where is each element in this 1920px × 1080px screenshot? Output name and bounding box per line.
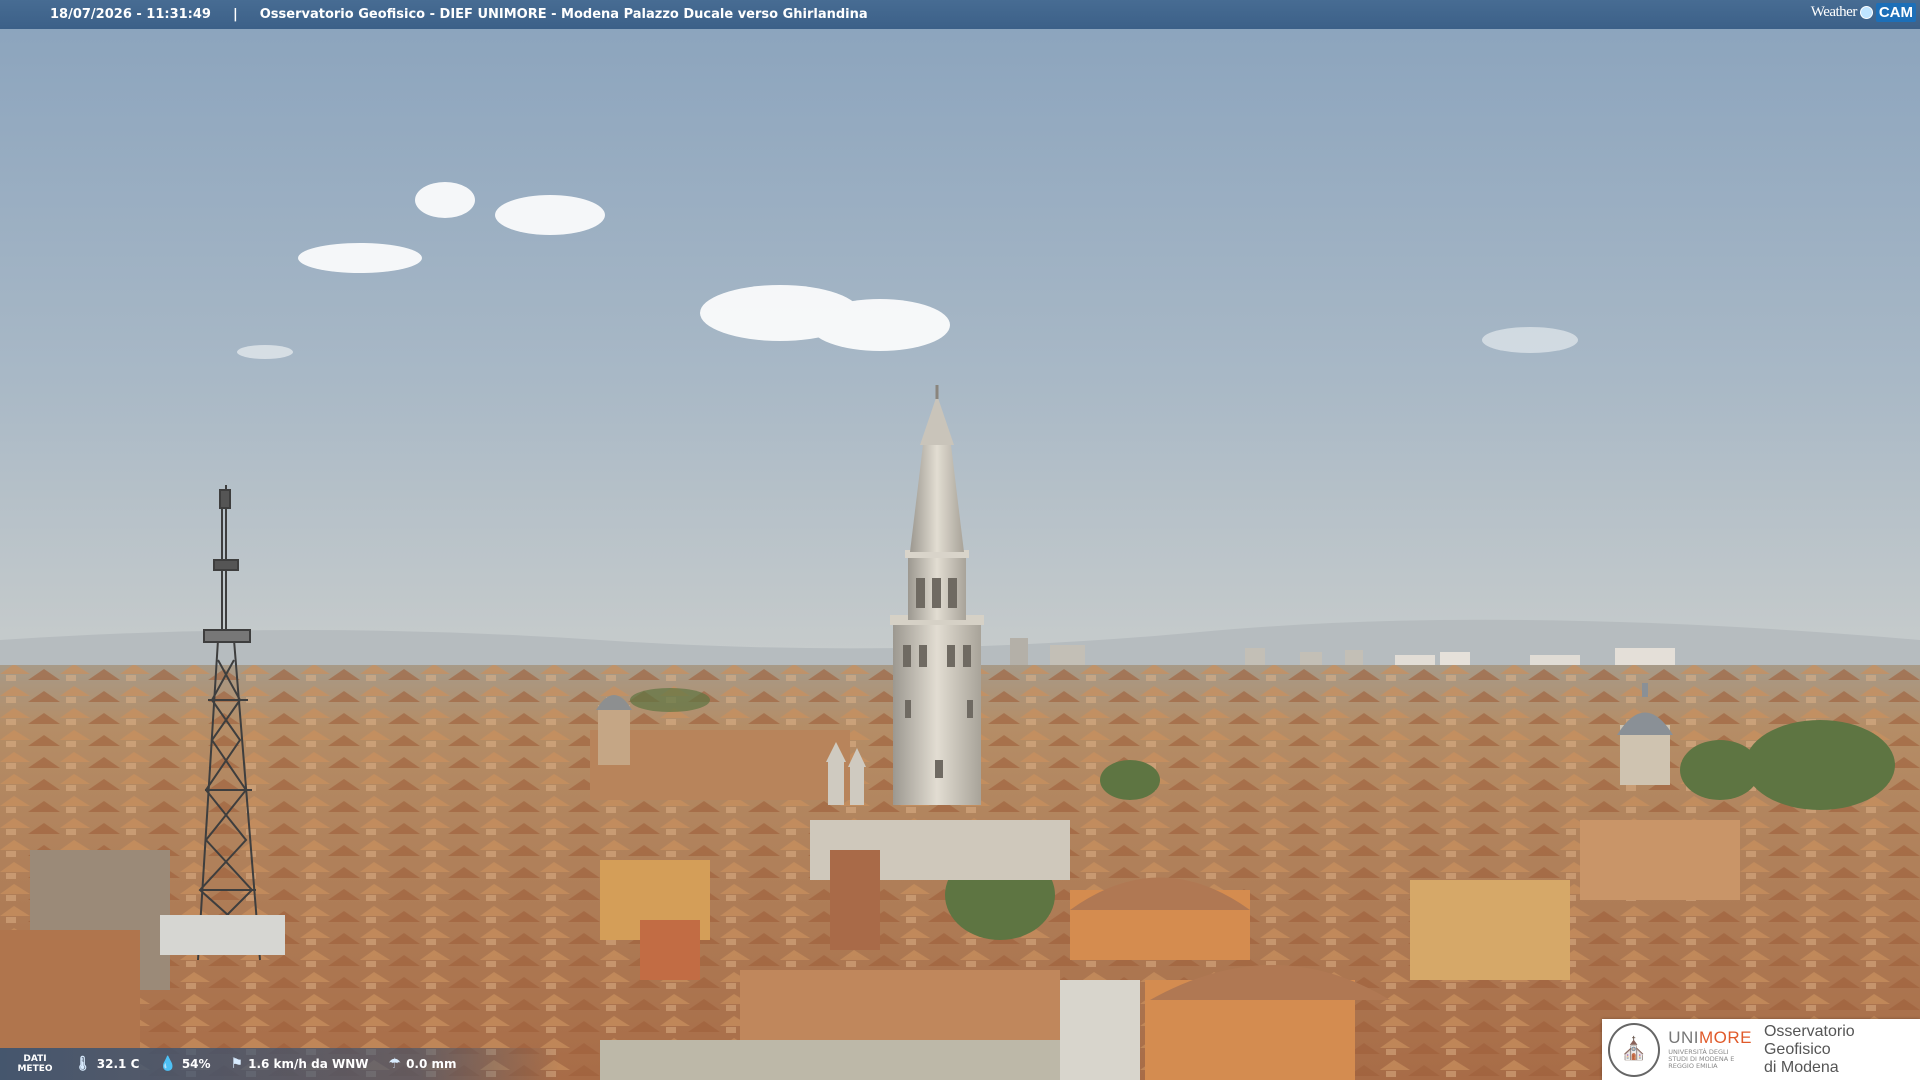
temperature-reading: 🌡 32.1 C <box>74 1056 140 1072</box>
timestamp: 18/07/2026 - 11:31:49 <box>50 7 211 22</box>
rain-reading: ☂ 0.0 mm <box>388 1056 457 1072</box>
wind-reading: ⚑ 1.6 km/h da WNW <box>230 1056 369 1072</box>
humidity-icon: 💧 <box>159 1056 177 1072</box>
header-bar: 18/07/2026 - 11:31:49 | Osservatorio Geo… <box>0 0 1920 29</box>
rain-icon: ☂ <box>388 1056 402 1072</box>
unimore-wordmark: UNIMORE UNIVERSITÀ DEGLI STUDI DI MODENA… <box>1668 1028 1752 1070</box>
wind-icon: ⚑ <box>230 1056 244 1072</box>
webcam-image <box>0 0 1920 1080</box>
university-seal-icon: ⛪ <box>1608 1022 1661 1077</box>
meteo-bar: DATI METEO 🌡 32.1 C 💧 54% ⚑ 1.6 km/h da … <box>0 1048 560 1080</box>
brand-cam: CAM <box>1875 3 1916 22</box>
brand-globe-icon <box>1859 6 1873 19</box>
meteo-label: DATI METEO <box>17 1054 53 1074</box>
weathercam-logo: Weather CAM <box>1811 3 1916 22</box>
header-separator: | <box>232 7 238 22</box>
antenna-base <box>160 915 285 955</box>
thermometer-icon: 🌡 <box>74 1056 92 1072</box>
brand-weather: Weather <box>1810 4 1858 20</box>
humidity-reading: 💧 54% <box>159 1056 211 1072</box>
unimore-logo: ⛪ UNIMORE UNIVERSITÀ DEGLI STUDI DI MODE… <box>1602 1019 1920 1080</box>
observatory-name: Osservatorio Geofisico di Modena <box>1763 1022 1855 1076</box>
camera-title: Osservatorio Geofisico - DIEF UNIMORE - … <box>259 7 868 22</box>
